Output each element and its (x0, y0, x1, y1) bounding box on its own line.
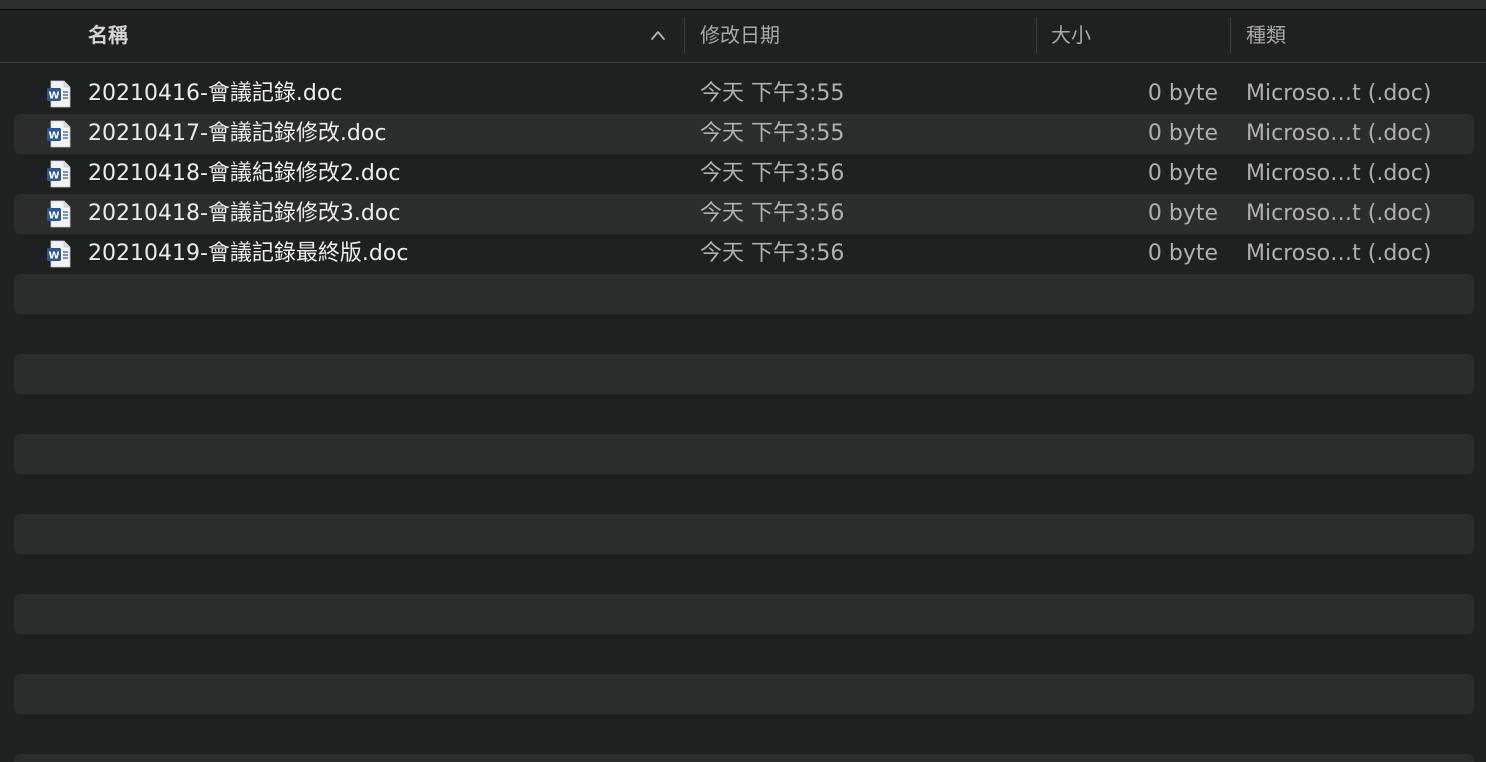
empty-row (14, 474, 1474, 514)
empty-row (14, 514, 1474, 554)
file-name: 20210419-會議記錄最終版.doc (88, 241, 409, 266)
file-modified-date: 今天 下午3:56 (700, 201, 845, 226)
svg-text:W: W (48, 91, 59, 102)
empty-row (14, 714, 1474, 754)
empty-row (14, 634, 1474, 674)
empty-row (14, 354, 1474, 394)
empty-row (14, 594, 1474, 634)
chevron-up-icon[interactable] (650, 29, 666, 41)
file-size: 0 byte (1147, 121, 1218, 146)
window-top-edge (0, 0, 1486, 10)
svg-text:W: W (48, 171, 59, 182)
file-modified-date: 今天 下午3:55 (700, 121, 845, 146)
empty-row (14, 674, 1474, 714)
column-header-size[interactable]: 大小 (1051, 10, 1091, 62)
file-name: 20210418-會議記錄修改3.doc (88, 201, 401, 226)
empty-row (14, 314, 1474, 354)
file-size: 0 byte (1147, 161, 1218, 186)
file-name: 20210417-會議記錄修改.doc (88, 121, 387, 146)
svg-text:W: W (48, 211, 59, 222)
file-kind: Microso…t (.doc) (1246, 161, 1432, 186)
file-kind: Microso…t (.doc) (1246, 241, 1432, 266)
word-doc-icon: W (47, 200, 71, 228)
file-list: W 20210416-會議記錄.doc 今天 下午3:55 0 byte Mic… (14, 74, 1474, 762)
file-kind: Microso…t (.doc) (1246, 201, 1432, 226)
file-size: 0 byte (1147, 241, 1218, 266)
file-name: 20210416-會議記錄.doc (88, 81, 343, 106)
column-header-bar: 名稱 修改日期 大小 種類 (0, 10, 1486, 63)
word-doc-icon: W (47, 160, 71, 188)
file-kind: Microso…t (.doc) (1246, 121, 1432, 146)
column-header-name[interactable]: 名稱 (88, 10, 128, 62)
empty-row (14, 754, 1474, 762)
file-name: 20210418-會議紀錄修改2.doc (88, 161, 401, 186)
column-header-kind[interactable]: 種類 (1246, 10, 1286, 62)
file-row[interactable]: W 20210417-會議記錄修改.doc 今天 下午3:55 0 byte M… (14, 114, 1474, 154)
word-doc-icon: W (47, 240, 71, 268)
empty-row (14, 434, 1474, 474)
column-separator[interactable] (684, 17, 685, 53)
empty-row (14, 394, 1474, 434)
word-doc-icon: W (47, 80, 71, 108)
column-separator[interactable] (1036, 17, 1037, 53)
svg-text:W: W (48, 131, 59, 142)
file-row[interactable]: W 20210419-會議記錄最終版.doc 今天 下午3:56 0 byte … (14, 234, 1474, 274)
column-separator[interactable] (1230, 17, 1231, 53)
file-kind: Microso…t (.doc) (1246, 81, 1432, 106)
column-header-date[interactable]: 修改日期 (700, 10, 780, 62)
file-size: 0 byte (1147, 81, 1218, 106)
empty-row (14, 274, 1474, 314)
empty-row (14, 554, 1474, 594)
file-row[interactable]: W 20210418-會議紀錄修改2.doc 今天 下午3:56 0 byte … (14, 154, 1474, 194)
file-row[interactable]: W 20210416-會議記錄.doc 今天 下午3:55 0 byte Mic… (14, 74, 1474, 114)
file-modified-date: 今天 下午3:56 (700, 161, 845, 186)
file-modified-date: 今天 下午3:56 (700, 241, 845, 266)
file-size: 0 byte (1147, 201, 1218, 226)
file-row[interactable]: W 20210418-會議記錄修改3.doc 今天 下午3:56 0 byte … (14, 194, 1474, 234)
svg-text:W: W (48, 251, 59, 262)
word-doc-icon: W (47, 120, 71, 148)
file-modified-date: 今天 下午3:55 (700, 81, 845, 106)
finder-list-view: 名稱 修改日期 大小 種類 W 20210416-會議記錄.doc 今天 下午3… (0, 0, 1486, 762)
